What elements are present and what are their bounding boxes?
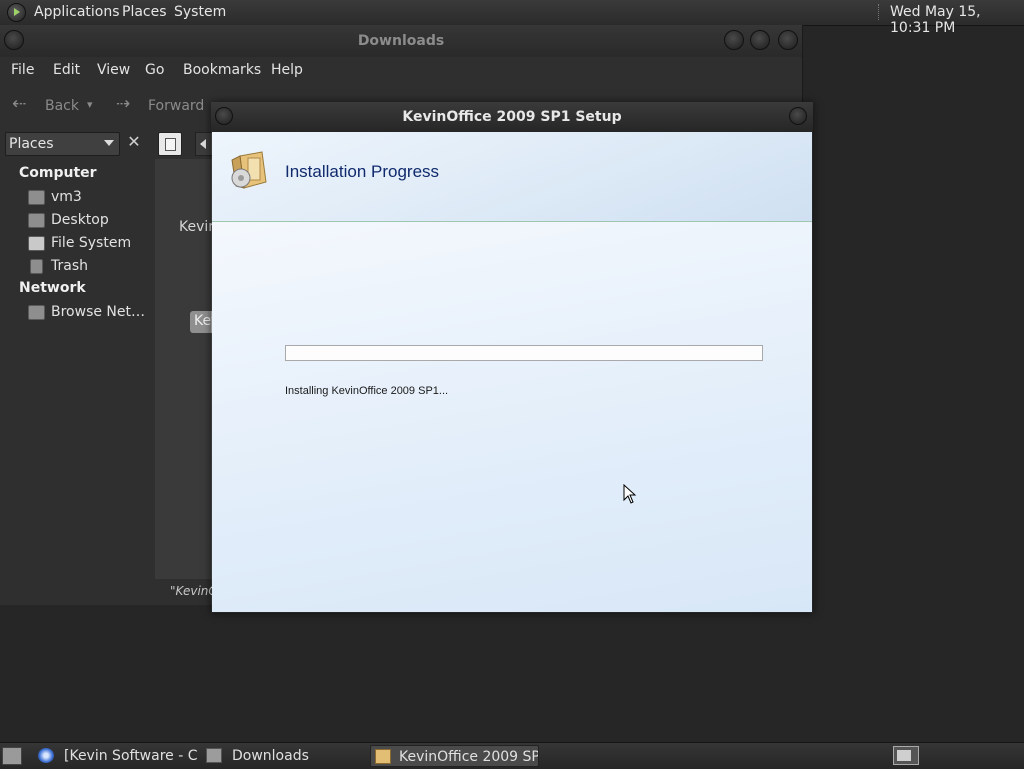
installer-box-icon <box>375 749 391 764</box>
sidebar-item-desktop[interactable]: Desktop <box>28 211 146 231</box>
arrow-left-icon[interactable]: ⇠ <box>12 94 26 114</box>
menu-view[interactable]: View <box>97 62 130 78</box>
menubar: File Edit View Go Bookmarks Help <box>0 57 802 83</box>
close-icon[interactable]: ✕ <box>123 131 145 153</box>
places-selector[interactable]: Places <box>5 132 120 156</box>
task-label: Downloads <box>232 748 309 764</box>
sidebar-item-trash[interactable]: Trash <box>28 257 146 277</box>
task-kevinoffice-setup[interactable]: KevinOffice 2009 SP… <box>370 745 539 767</box>
edit-path-icon[interactable] <box>158 132 182 156</box>
menu-help[interactable]: Help <box>271 62 303 78</box>
file-manager-titlebar[interactable]: Downloads <box>0 25 802 57</box>
task-label: [Kevin Software - C… <box>64 748 198 764</box>
top-panel: Applications Places System Wed May 15, 1… <box>0 0 1024 36</box>
installer-box-icon <box>231 151 267 189</box>
page-title: Installation Progress <box>285 162 440 181</box>
sidebar-item-label: Trash <box>51 258 88 274</box>
network-icon <box>28 305 45 320</box>
chevron-down-icon <box>104 140 114 146</box>
setup-window-title: KevinOffice 2009 SP1 Setup <box>402 109 622 125</box>
sidebar-item-label: vm3 <box>51 189 82 205</box>
panel-separator <box>878 4 880 20</box>
task-kevin-software[interactable]: [Kevin Software - C… <box>38 745 198 767</box>
trash-icon <box>30 259 43 274</box>
task-downloads[interactable]: Downloads <box>206 745 366 767</box>
browser-icon <box>38 748 54 763</box>
sidebar-item-browse-network[interactable]: Browse Net… <box>28 303 146 323</box>
menu-go[interactable]: Go <box>145 62 164 78</box>
applications-menu[interactable]: Applications <box>34 4 120 20</box>
menu-edit[interactable]: Edit <box>53 62 80 78</box>
setup-body: Installing KevinOffice 2009 SP1... <box>212 222 812 612</box>
task-label: KevinOffice 2009 SP… <box>399 749 539 765</box>
forward-button[interactable]: Forward <box>148 98 204 114</box>
places-selector-label: Places <box>9 136 54 152</box>
places-menu[interactable]: Places <box>122 4 167 20</box>
chevron-down-icon[interactable]: ▾ <box>87 98 93 111</box>
workspace-switcher[interactable] <box>893 746 919 765</box>
setup-titlebar[interactable]: KevinOffice 2009 SP1 Setup <box>211 102 813 132</box>
mouse-cursor-icon <box>623 484 637 504</box>
setup-dialog: KevinOffice 2009 SP1 Setup Installation … <box>211 102 813 613</box>
setup-header: Installation Progress <box>212 132 812 222</box>
arrow-right-icon[interactable]: ⇢ <box>116 94 130 114</box>
progress-bar <box>285 345 763 361</box>
menu-file[interactable]: File <box>11 62 34 78</box>
close-button[interactable] <box>789 107 807 125</box>
window-menu-button[interactable] <box>4 30 24 50</box>
sidebar-item-file-system[interactable]: File System <box>28 234 146 254</box>
drive-icon <box>28 236 45 251</box>
progress-status-text: Installing KevinOffice 2009 SP1... <box>285 385 449 397</box>
back-button[interactable]: Back <box>45 98 79 114</box>
sidebar-item-vm3[interactable]: vm3 <box>28 188 146 208</box>
sidebar-item-label: Desktop <box>51 212 109 228</box>
show-desktop-icon[interactable] <box>2 747 22 765</box>
sidebar-heading-network: Network <box>19 280 86 296</box>
menu-bookmarks[interactable]: Bookmarks <box>183 62 261 78</box>
sidebar-heading-computer: Computer <box>19 165 97 181</box>
window-title: Downloads <box>357 33 445 49</box>
minimize-button[interactable] <box>724 30 744 50</box>
os-logo-icon[interactable] <box>7 3 26 22</box>
clock[interactable]: Wed May 15, 10:31 PM <box>890 4 1024 36</box>
sidebar-item-label: Browse Net… <box>51 304 146 320</box>
window-menu-button[interactable] <box>215 107 233 125</box>
desktop-folder-icon <box>28 213 45 228</box>
home-folder-icon <box>28 190 45 205</box>
maximize-button[interactable] <box>750 30 770 50</box>
sidebar: Places ✕ Computer vm3 Desktop File Syste… <box>0 127 151 605</box>
sidebar-item-label: File System <box>51 235 132 251</box>
bottom-panel: [Kevin Software - C… Downloads KevinOffi… <box>0 742 1024 769</box>
folder-icon <box>206 748 222 763</box>
close-button[interactable] <box>778 30 798 50</box>
system-menu[interactable]: System <box>174 4 226 20</box>
